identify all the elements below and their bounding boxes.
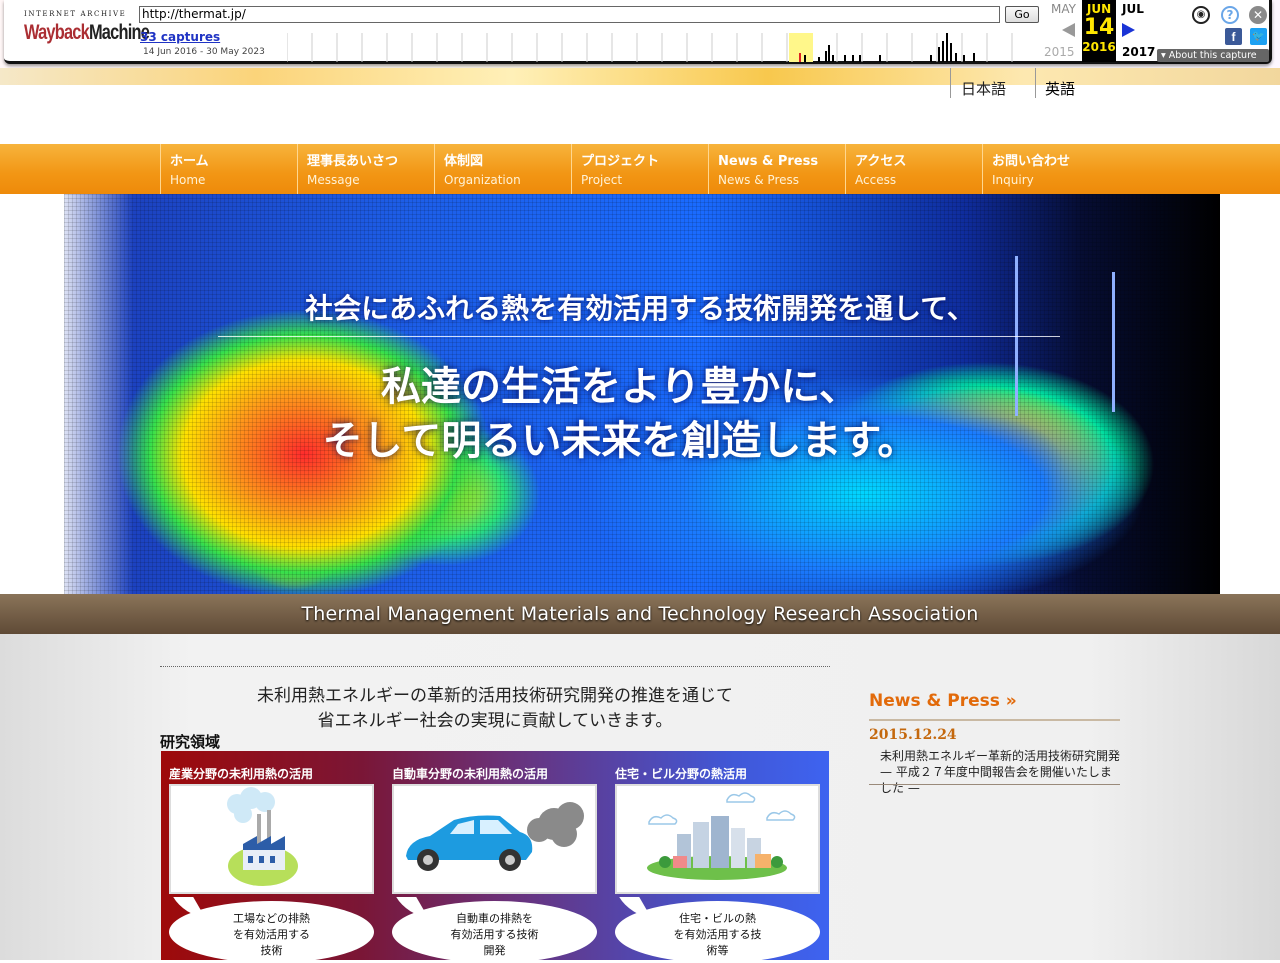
hero-headline-2: そして明るい未来を創造します。 — [322, 418, 918, 464]
user-icon[interactable]: ◉ — [1192, 6, 1210, 24]
next-capture-arrow-icon[interactable] — [1122, 23, 1135, 37]
capture-sparkline[interactable] — [287, 33, 1039, 62]
hero-banner: 社会にあふれる熱を有効活用する技術開発を通して、 私達の生活をより豊かに、 そし… — [0, 194, 1280, 594]
factory-image — [169, 784, 374, 894]
wayback-toolbar-panel: INTERNET ARCHIVE WaybackMachine http://t… — [4, 0, 1272, 64]
nav-item-project[interactable]: プロジェクト Project — [571, 144, 708, 194]
research-areas-panel: 産業分野の未利用熱の活用 工場などの排熱 を有効活用する 技術 自動車分野の未利… — [161, 751, 829, 963]
twitter-icon[interactable]: 🐦 — [1250, 28, 1267, 45]
card-title: 自動車分野の未利用熱の活用 — [392, 767, 549, 781]
about-capture-button[interactable]: ▾ About this capture — [1157, 49, 1269, 62]
header-decoration — [0, 68, 1280, 85]
section-title: 研究領域 — [160, 733, 221, 751]
go-button[interactable]: Go — [1005, 6, 1039, 23]
next-month-link[interactable]: JUL — [1122, 2, 1144, 16]
news-heading-link[interactable]: News & Press » — [869, 691, 1017, 711]
internet-archive-label: INTERNET ARCHIVE — [24, 10, 127, 18]
card-title: 産業分野の未利用熱の活用 — [169, 767, 314, 781]
prev-year-label: 2015 — [1044, 45, 1075, 59]
organization-name-band: Thermal Management Materials and Technol… — [0, 594, 1280, 634]
card-bubble: 自動車の排熱を 有効活用する技術 開発 — [392, 901, 597, 963]
main-nav: ホーム Home 理事長あいさつ Message 体制図 Organization プ… — [0, 144, 1280, 194]
capture-date-range: 14 Jun 2016 - 30 May 2023 — [143, 47, 265, 57]
current-year: 2016 — [1082, 40, 1116, 54]
card-bubble: 住宅・ビルの熱 を有効活用する技 術等 — [615, 901, 820, 963]
car-image — [392, 784, 597, 894]
wayback-url-input[interactable]: http://thermat.jp/ — [139, 6, 1000, 23]
card-title: 住宅・ビル分野の熱活用 — [615, 767, 748, 781]
current-day: 14 — [1083, 15, 1115, 40]
hero-headline-1: 私達の生活をより豊かに、 — [381, 364, 859, 410]
city-image — [615, 784, 820, 894]
main-content: 未利用熱エネルギーの革新的活用技術研究開発の推進を通じて 省エネルギー社会の実現… — [0, 634, 1280, 963]
wayback-logo[interactable]: WaybackMachine — [24, 21, 150, 45]
divider — [869, 719, 1120, 721]
captures-link[interactable]: 33 captures — [140, 30, 220, 44]
current-capture-date: JUN 14 2016 — [1082, 0, 1116, 62]
divider — [160, 666, 830, 667]
news-date: 2015.12.24 — [869, 727, 957, 743]
divider — [869, 784, 1120, 785]
intro-text: 未利用熱エネルギーの革新的活用技術研究開発の推進を通じて 省エネルギー社会の実現… — [257, 686, 733, 731]
news-item-link[interactable]: 未利用熱エネルギー革新的活用技術研究開発 — 平成２７年度中間報告会を開催いたし… — [880, 748, 1120, 796]
wayback-toolbar: INTERNET ARCHIVE WaybackMachine http://t… — [0, 0, 1280, 68]
nav-item-home[interactable]: ホーム Home — [160, 144, 297, 194]
nav-item-access[interactable]: アクセス Access — [845, 144, 982, 194]
card-bubble: 工場などの排熱 を有効活用する 技術 — [169, 901, 374, 963]
nav-item-organization[interactable]: 体制図 Organization — [434, 144, 571, 194]
next-year-label: 2017 — [1122, 45, 1156, 59]
help-icon[interactable]: ? — [1221, 6, 1239, 24]
hero-tagline: 社会にあふれる熱を有効活用する技術開発を通して、 — [305, 292, 975, 325]
current-month: JUN — [1086, 2, 1112, 16]
chevron-right-icon: » — [1005, 691, 1017, 711]
lang-english-link[interactable]: 英語 — [1045, 78, 1075, 99]
prev-capture-arrow-icon[interactable] — [1062, 23, 1075, 37]
facebook-icon[interactable]: f — [1225, 28, 1242, 45]
prev-month-link[interactable]: MAY — [1051, 2, 1076, 16]
nav-item-inquiry[interactable]: お問い合わせ Inquiry — [982, 144, 1119, 194]
lang-japanese-link[interactable]: 日本語 — [950, 68, 1036, 98]
nav-item-news[interactable]: News & Press News & Press — [708, 144, 845, 194]
hero-divider — [218, 336, 1060, 337]
nav-item-message[interactable]: 理事長あいさつ Message — [297, 144, 434, 194]
close-icon[interactable]: ✕ — [1249, 6, 1267, 24]
